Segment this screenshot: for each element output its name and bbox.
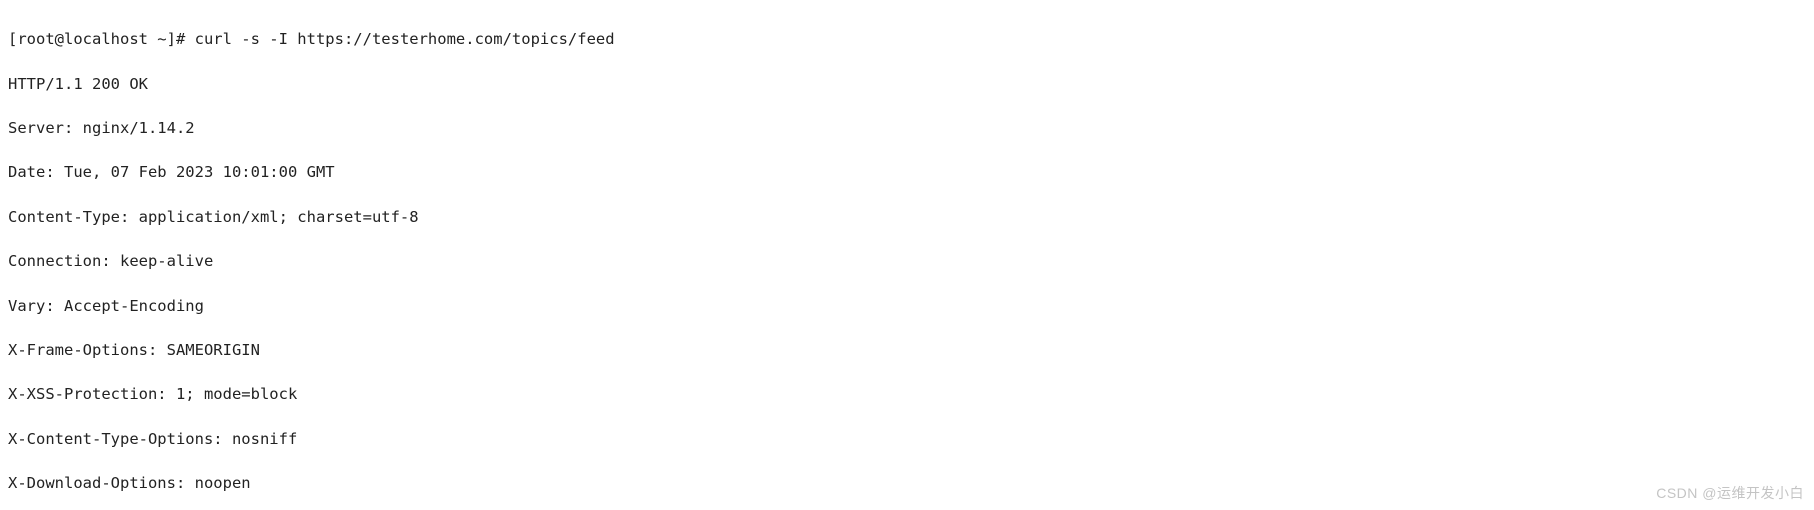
output-line: X-Download-Options: noopen	[8, 472, 1806, 494]
output-line: Connection: keep-alive	[8, 250, 1806, 272]
output-line: Server: nginx/1.14.2	[8, 117, 1806, 139]
terminal-output: [root@localhost ~]# curl -s -I https://t…	[0, 0, 1814, 510]
output-line: X-Frame-Options: SAMEORIGIN	[8, 339, 1806, 361]
output-line: X-XSS-Protection: 1; mode=block	[8, 383, 1806, 405]
output-line: Vary: Accept-Encoding	[8, 295, 1806, 317]
command-line: [root@localhost ~]# curl -s -I https://t…	[8, 28, 1806, 50]
output-line: X-Content-Type-Options: nosniff	[8, 428, 1806, 450]
output-line: Content-Type: application/xml; charset=u…	[8, 206, 1806, 228]
csdn-watermark: CSDN @运维开发小白	[1656, 482, 1804, 504]
shell-prompt: [root@localhost ~]#	[8, 30, 195, 48]
output-line: Date: Tue, 07 Feb 2023 10:01:00 GMT	[8, 161, 1806, 183]
shell-command: curl -s -I https://testerhome.com/topics…	[195, 30, 615, 48]
output-line: HTTP/1.1 200 OK	[8, 73, 1806, 95]
